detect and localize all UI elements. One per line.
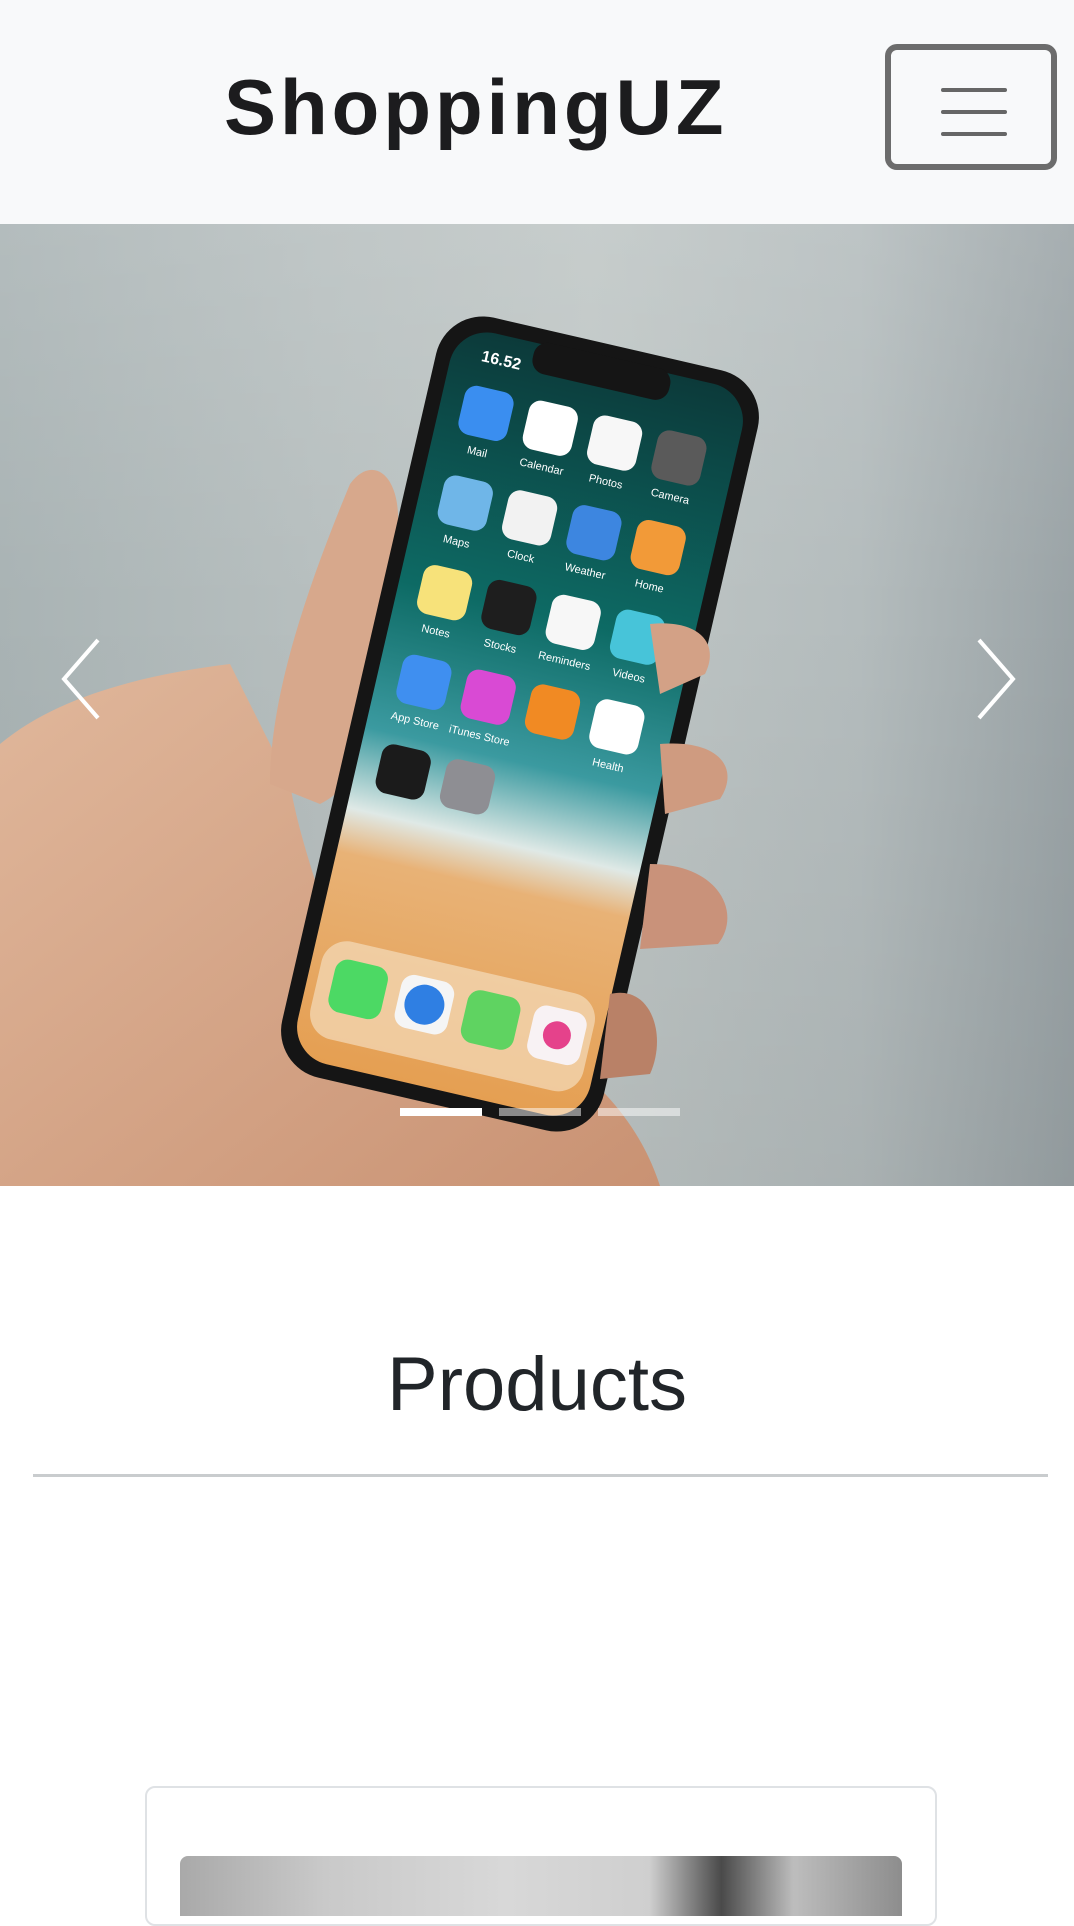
- carousel-next-button[interactable]: [955, 624, 1045, 734]
- carousel-indicator-2[interactable]: [499, 1108, 581, 1116]
- hamburger-menu-icon: [941, 88, 1007, 136]
- carousel-prev-button[interactable]: [40, 624, 130, 734]
- carousel-indicator-1[interactable]: [400, 1108, 482, 1116]
- brand-logo[interactable]: ShoppingUZ: [224, 62, 728, 152]
- navbar-toggler-button[interactable]: [885, 44, 1057, 170]
- carousel-slide-image: 16.52 MailCalendarPhotosCameraMapsClockW…: [0, 316, 759, 1186]
- hero-carousel: 16.52 Mail Calendar Photos Camera Maps Clock W…: [0, 224, 1074, 1186]
- carousel-indicators: [0, 1104, 1074, 1124]
- product-card-image: [180, 1856, 902, 1916]
- section-divider: [33, 1474, 1048, 1477]
- product-card[interactable]: [145, 1786, 937, 1926]
- products-heading: Products: [387, 1342, 687, 1427]
- navbar: ShoppingUZ: [0, 0, 1074, 224]
- chevron-left-icon: [61, 638, 100, 720]
- chevron-right-icon: [977, 638, 1016, 720]
- carousel-indicator-3[interactable]: [598, 1108, 680, 1116]
